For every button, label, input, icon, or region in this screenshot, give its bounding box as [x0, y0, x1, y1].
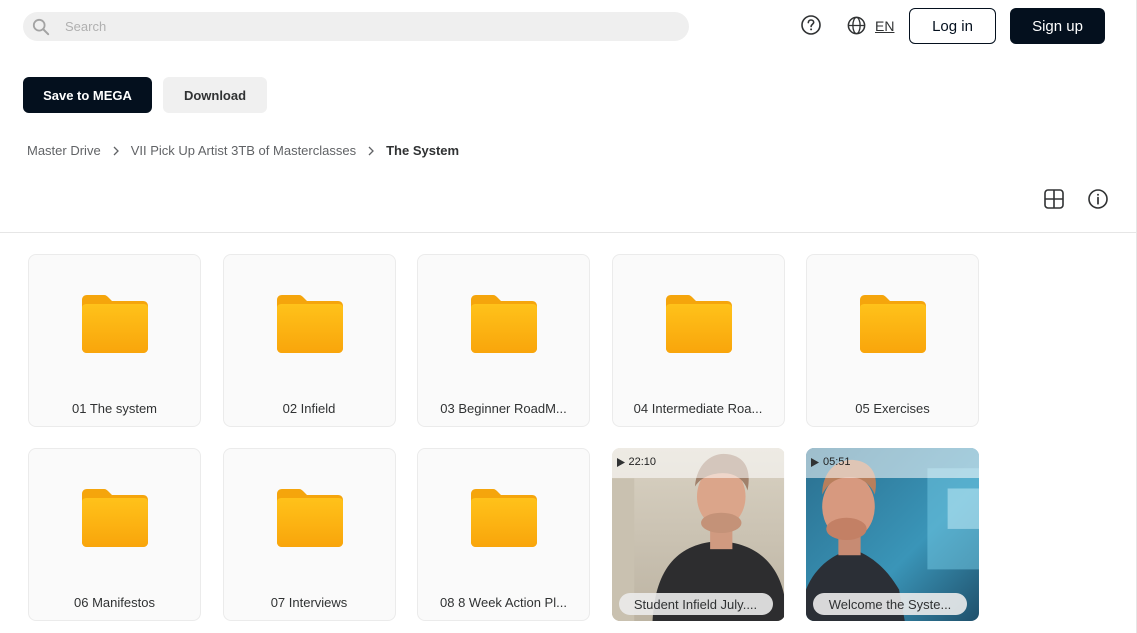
breadcrumb-item-master-drive[interactable]: Master Drive	[27, 143, 101, 158]
divider	[0, 232, 1137, 233]
folder-icon	[277, 295, 343, 353]
folder-name: 01 The system	[71, 401, 158, 416]
file-grid: 01 The system 02 Infield 03 Beginner Roa…	[28, 254, 979, 621]
search-input[interactable]	[65, 19, 625, 34]
play-icon	[811, 457, 819, 467]
globe-icon	[847, 16, 866, 35]
search-icon	[32, 18, 50, 35]
folder-name: 06 Manifestos	[74, 595, 155, 610]
folder-name: 08 8 Week Action Pl...	[440, 595, 567, 610]
folder-name: 07 Interviews	[270, 595, 348, 610]
signup-button[interactable]: Sign up	[1010, 8, 1105, 44]
video-duration: 05:51	[811, 456, 851, 468]
folder-tile[interactable]: 07 Interviews	[222, 448, 396, 621]
breadcrumb-current: The System	[386, 143, 460, 158]
language-selector[interactable]: EN	[846, 15, 894, 36]
folder-tile[interactable]: 02 Infield	[222, 254, 396, 427]
folder-name: 02 Infield	[282, 401, 336, 416]
video-tile[interactable]: 22:10 Student Infield July....	[611, 448, 785, 621]
folder-tile[interactable]: 06 Manifestos	[28, 448, 201, 621]
folder-tile[interactable]: 08 8 Week Action Pl...	[417, 448, 590, 621]
folder-tile[interactable]: 03 Beginner RoadM...	[417, 254, 590, 427]
folder-icon	[471, 295, 537, 353]
folder-name: 04 Intermediate Roa...	[633, 401, 763, 416]
folder-name: 03 Beginner RoadM...	[440, 401, 567, 416]
video-duration-label: 05:51	[823, 456, 851, 468]
folder-name: 05 Exercises	[855, 401, 930, 416]
folder-tile[interactable]: 05 Exercises	[806, 254, 979, 427]
chevron-right-icon	[368, 146, 375, 155]
video-duration-label: 22:10	[628, 456, 657, 468]
video-duration: 22:10	[616, 456, 657, 468]
video-name: Student Infield July....	[618, 593, 773, 615]
folder-icon	[277, 489, 343, 547]
folder-icon	[82, 295, 148, 353]
search-bar[interactable]	[23, 12, 689, 41]
folder-tile[interactable]: 04 Intermediate Roa...	[611, 254, 785, 427]
save-to-mega-button[interactable]: Save to MEGA	[23, 77, 152, 113]
info-icon[interactable]	[1087, 188, 1109, 210]
folder-tile[interactable]: 01 The system	[28, 254, 201, 427]
grid-view-icon[interactable]	[1043, 188, 1065, 210]
login-button[interactable]: Log in	[909, 8, 996, 44]
download-button[interactable]: Download	[163, 77, 267, 113]
chevron-right-icon	[113, 146, 119, 155]
folder-icon	[666, 295, 732, 353]
folder-icon	[82, 489, 148, 547]
folder-icon	[860, 295, 926, 353]
page: EN Log in Sign up Save to MEGA Download …	[0, 0, 1137, 633]
play-icon	[616, 457, 625, 467]
video-tile[interactable]: 05:51 Welcome the Syste...	[806, 448, 979, 621]
folder-icon	[471, 489, 537, 547]
breadcrumb: Master Drive VII Pick Up Artist 3TB of M…	[27, 143, 459, 158]
video-name: Welcome the Syste...	[813, 593, 967, 615]
breadcrumb-item-pua[interactable]: VII Pick Up Artist 3TB of Masterclasses	[131, 143, 356, 158]
help-icon[interactable]	[800, 14, 822, 36]
language-label[interactable]: EN	[875, 18, 894, 34]
